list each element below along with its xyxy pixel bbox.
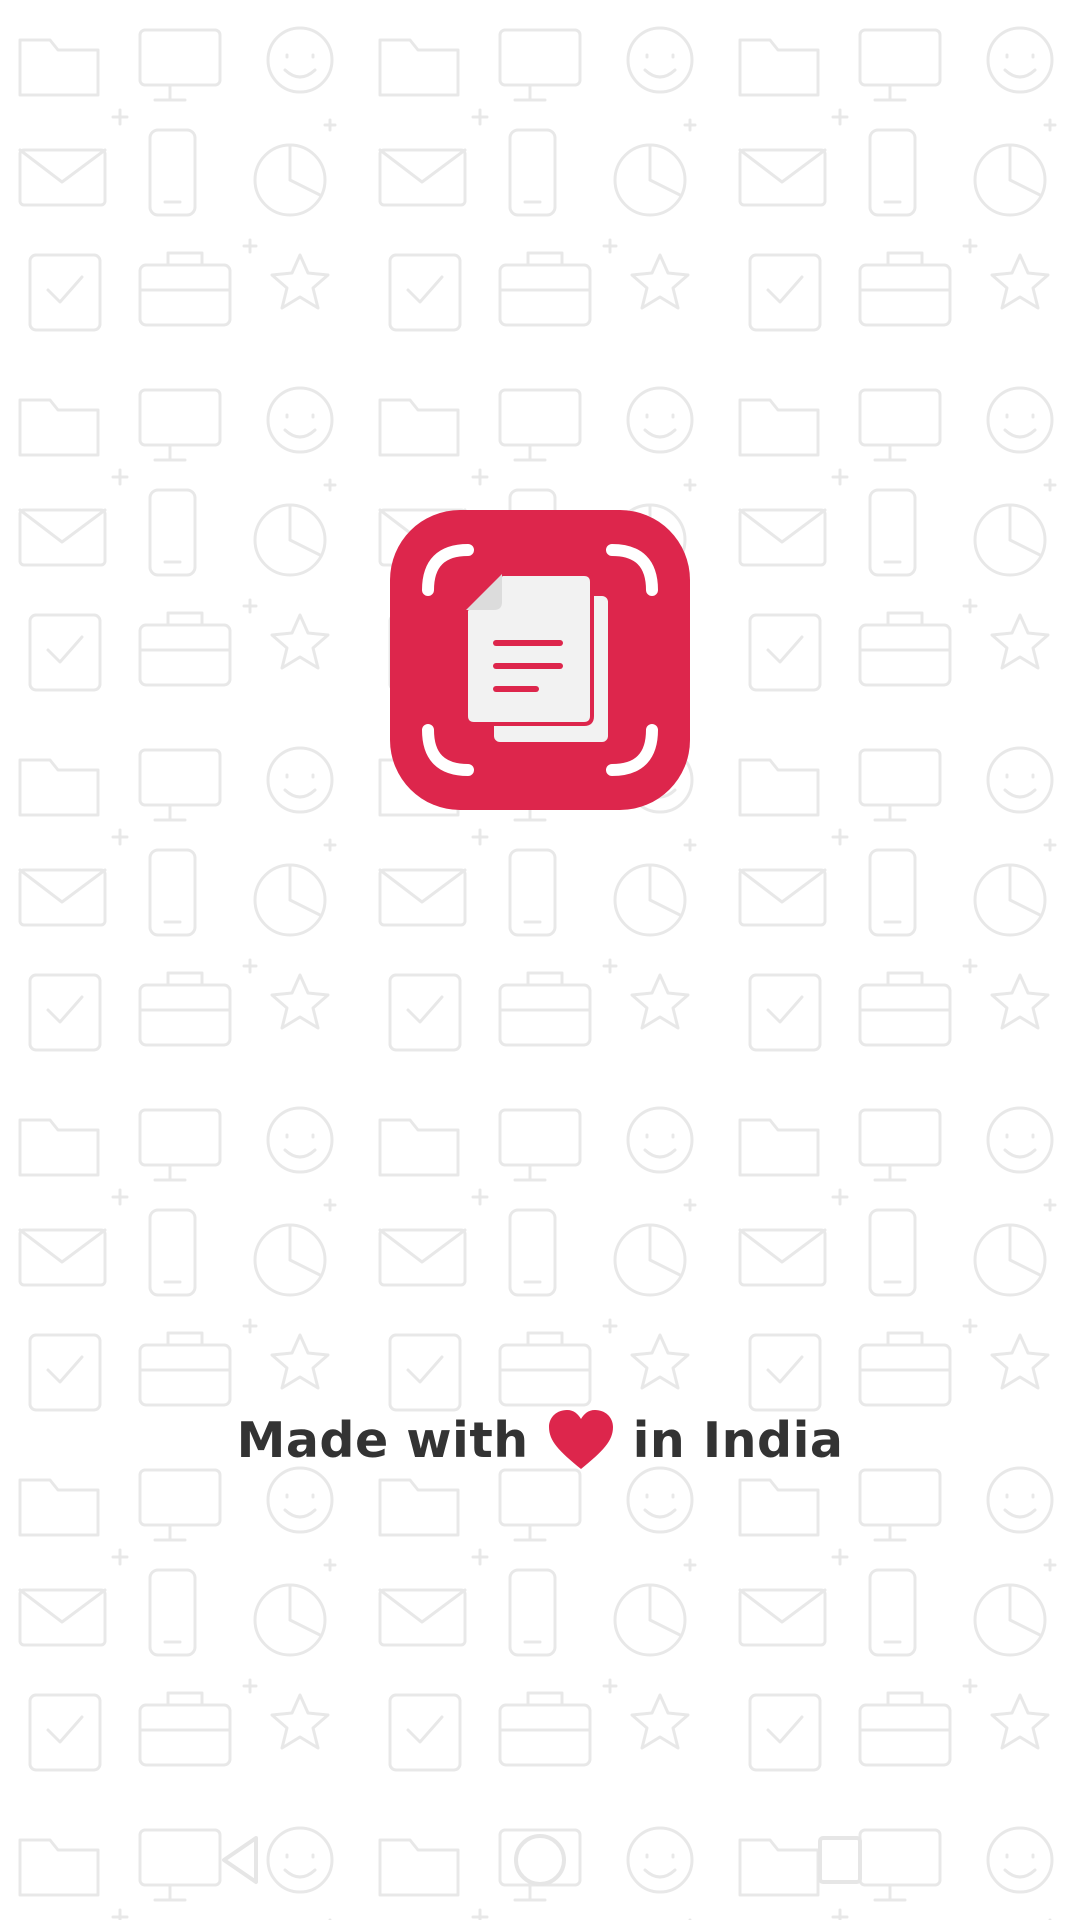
doodle-pattern-background bbox=[0, 0, 1080, 1920]
recents-square-icon bbox=[818, 1836, 862, 1884]
made-in-india-tagline: Made with in India bbox=[0, 1400, 1080, 1480]
back-button[interactable] bbox=[180, 1800, 300, 1920]
recents-button[interactable] bbox=[780, 1800, 900, 1920]
home-button[interactable] bbox=[480, 1800, 600, 1920]
document-scanner-icon bbox=[390, 510, 690, 810]
tagline-prefix: Made with bbox=[236, 1411, 529, 1469]
heart-icon bbox=[547, 1409, 615, 1471]
splash-screen: Made with in India bbox=[0, 0, 1080, 1920]
home-circle-icon bbox=[514, 1834, 566, 1886]
back-triangle-icon bbox=[222, 1836, 258, 1884]
system-navigation-bar bbox=[0, 1800, 1080, 1920]
tagline-suffix: in India bbox=[632, 1411, 844, 1469]
